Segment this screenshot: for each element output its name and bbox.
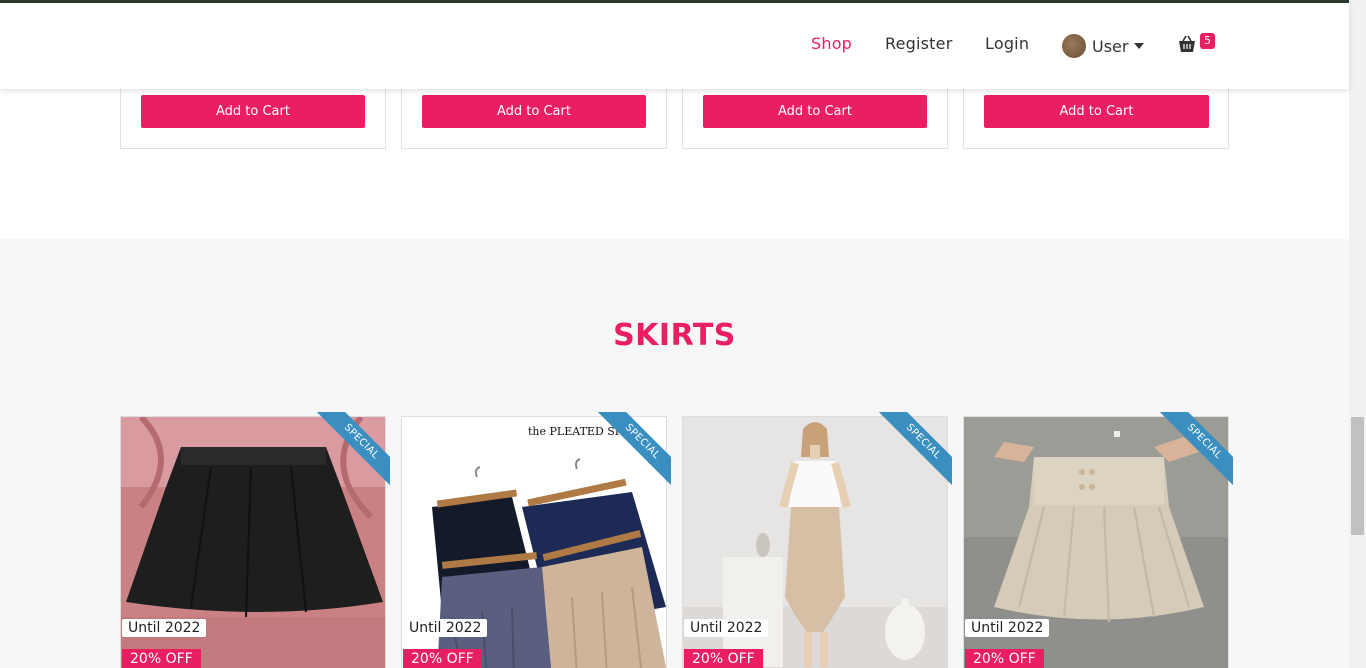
- user-dropdown[interactable]: User: [1062, 34, 1145, 58]
- section-title: SKIRTS: [613, 318, 736, 353]
- user-label: User: [1092, 36, 1129, 56]
- add-to-cart-button[interactable]: Add to Cart: [141, 95, 365, 128]
- navbar: Shop Register Login User 5: [0, 3, 1349, 89]
- special-ribbon: SPECIAL: [1153, 412, 1233, 492]
- caret-down-icon: [1134, 43, 1145, 49]
- until-label: Until 2022: [122, 619, 207, 637]
- until-label: Until 2022: [965, 619, 1050, 637]
- discount-badge: 20% OFF: [403, 649, 482, 668]
- cart-count-badge: 5: [1200, 33, 1215, 49]
- nav-shop-link[interactable]: Shop: [811, 34, 852, 53]
- nav-login-link[interactable]: Login: [985, 34, 1029, 53]
- special-ribbon: SPECIAL: [310, 412, 390, 492]
- product-card: Add to Cart: [401, 79, 667, 149]
- until-label: Until 2022: [403, 619, 488, 637]
- until-label: Until 2022: [684, 619, 769, 637]
- discount-badge: 20% OFF: [122, 649, 201, 668]
- special-ribbon: SPECIAL: [591, 412, 671, 492]
- add-to-cart-button[interactable]: Add to Cart: [422, 95, 646, 128]
- special-ribbon: SPECIAL: [872, 412, 952, 492]
- scrollbar-track[interactable]: [1349, 0, 1366, 668]
- scrollbar-thumb[interactable]: [1351, 417, 1364, 535]
- basket-icon[interactable]: [1177, 35, 1197, 53]
- product-card: Add to Cart: [682, 79, 948, 149]
- nav-register-link[interactable]: Register: [885, 34, 952, 53]
- product-card: Add to Cart: [120, 79, 386, 149]
- discount-badge: 20% OFF: [684, 649, 763, 668]
- products-section: Add to Cart Add to Cart Add to Cart Add …: [0, 79, 1349, 239]
- avatar: [1062, 34, 1086, 58]
- product-card: Add to Cart: [963, 79, 1229, 149]
- add-to-cart-button[interactable]: Add to Cart: [703, 95, 927, 128]
- add-to-cart-button[interactable]: Add to Cart: [984, 95, 1209, 128]
- discount-badge: 20% OFF: [965, 649, 1044, 668]
